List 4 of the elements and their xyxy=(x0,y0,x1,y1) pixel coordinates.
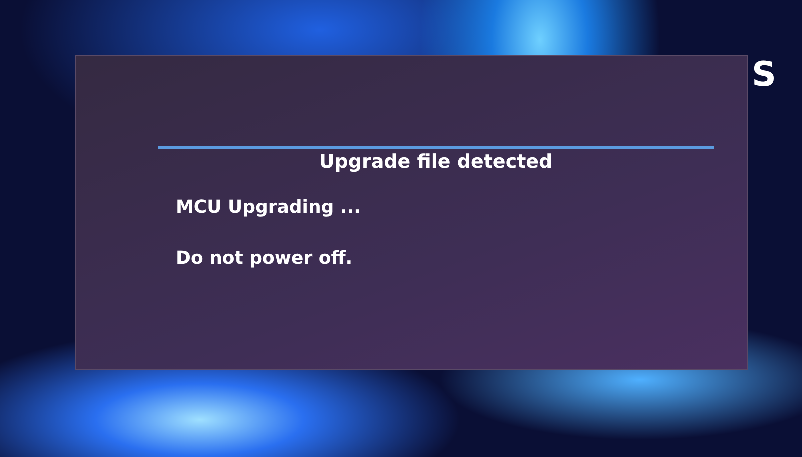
status-message: Do not power off. xyxy=(176,248,354,269)
brand-logo: S xyxy=(752,58,776,92)
status-message: MCU Upgrading ... xyxy=(176,197,362,218)
dialog-title: Upgrade file detected xyxy=(318,151,554,173)
